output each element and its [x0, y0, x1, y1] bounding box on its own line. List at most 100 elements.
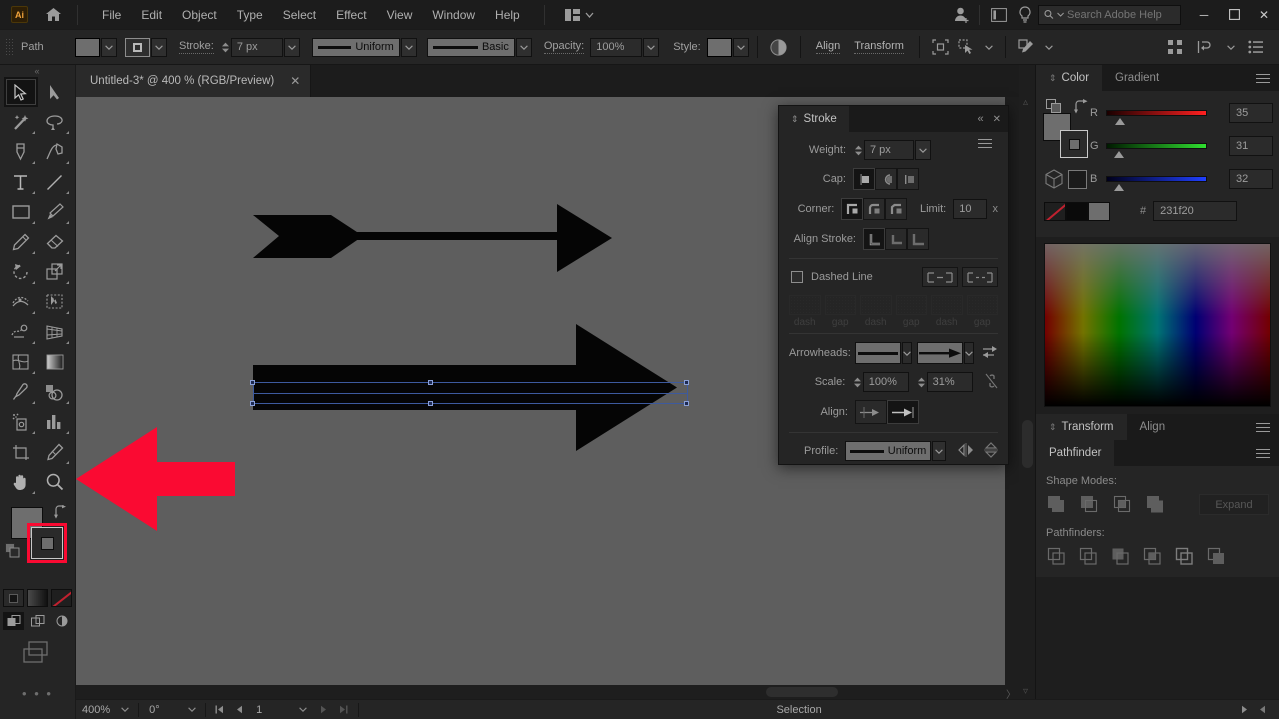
align-center-icon[interactable]	[863, 228, 885, 250]
channel-g-slider[interactable]	[1106, 142, 1207, 158]
weight-dropdown[interactable]	[915, 140, 931, 160]
menu-item-view[interactable]: View	[377, 3, 423, 27]
brush-combo[interactable]: Basic	[426, 37, 515, 57]
blend-tool[interactable]	[38, 377, 72, 407]
close-button[interactable]: ✕	[1249, 0, 1279, 29]
align-grid-icon[interactable]	[1162, 36, 1188, 58]
stroke-panel-header[interactable]: ⇕ Stroke « ✕	[779, 106, 1008, 148]
none-fill-icon[interactable]	[51, 589, 72, 607]
dash-field-2[interactable]	[860, 295, 892, 315]
pencil-tool[interactable]	[4, 227, 38, 257]
lasso-tool[interactable]	[38, 107, 72, 137]
column-graph-tool[interactable]	[38, 407, 72, 437]
gap-field-1[interactable]	[824, 295, 856, 315]
graphic-style-dropdown[interactable]	[732, 37, 749, 57]
graphic-style-swatch[interactable]	[706, 37, 732, 57]
stroke-panel-menu-icon[interactable]	[978, 136, 1001, 151]
color-fill-icon[interactable]	[3, 589, 24, 607]
draw-normal-icon[interactable]	[3, 612, 24, 630]
isolate-selection-icon[interactable]	[928, 36, 954, 58]
arrowhead-start-combo[interactable]	[855, 342, 901, 364]
prev-artboard-icon[interactable]	[230, 705, 248, 714]
arrowhead-end-combo[interactable]	[917, 342, 963, 364]
shape-builder-tool[interactable]	[4, 317, 38, 347]
scale-end-field[interactable]: 31%	[926, 372, 974, 392]
align-button[interactable]: Align	[815, 40, 841, 54]
outline-icon[interactable]	[1174, 546, 1195, 567]
stroke-weight-stepper[interactable]	[220, 37, 231, 57]
canvas-horizontal-scrollbar[interactable]: 〉	[76, 685, 1019, 701]
exclude-icon[interactable]	[1145, 494, 1166, 515]
dash-field-1[interactable]	[789, 295, 821, 315]
trim-icon[interactable]	[1078, 546, 1099, 567]
transform-panel-menu-icon[interactable]	[1256, 414, 1279, 440]
channel-b-value[interactable]: 32	[1229, 168, 1273, 189]
status-tool-label[interactable]: Selection	[776, 704, 821, 716]
round-join-icon[interactable]	[863, 198, 886, 220]
channel-g-thumb[interactable]	[1114, 150, 1124, 158]
tab-gradient[interactable]: Gradient	[1102, 65, 1173, 91]
collapse-arrows-icon[interactable]: ⇕	[791, 114, 799, 125]
document-setup-icon[interactable]	[1243, 36, 1269, 58]
zoom-dropdown-icon[interactable]	[116, 707, 134, 712]
select-similar-dropdown[interactable]	[981, 38, 997, 57]
stroke-profile-combo[interactable]: Uniform	[311, 37, 400, 57]
minimize-button[interactable]: ─	[1189, 0, 1219, 29]
minus-front-icon[interactable]	[1079, 494, 1100, 515]
divide-icon[interactable]	[1046, 546, 1067, 567]
channel-b-thumb[interactable]	[1114, 183, 1124, 191]
menu-item-object[interactable]: Object	[172, 3, 227, 27]
brush-dropdown[interactable]	[515, 37, 532, 57]
free-transform-tool[interactable]	[38, 287, 72, 317]
menu-item-edit[interactable]: Edit	[131, 3, 172, 27]
search-field[interactable]	[1067, 8, 1175, 21]
recolor-icon[interactable]	[1014, 36, 1040, 58]
account-add-icon[interactable]	[949, 4, 975, 26]
artboard-dropdown-icon[interactable]	[294, 707, 312, 712]
swap-colors-icon[interactable]	[1072, 99, 1088, 117]
color-none-swatch[interactable]	[1068, 170, 1087, 189]
toolbar-grip[interactable]: «	[0, 65, 75, 77]
draw-behind-icon[interactable]	[27, 612, 48, 630]
eraser-tool[interactable]	[38, 227, 72, 257]
align-inside-icon[interactable]	[885, 228, 907, 250]
recolor-dropdown[interactable]	[1041, 38, 1057, 57]
opacity-circle-icon[interactable]	[766, 36, 792, 58]
menu-item-file[interactable]: File	[92, 3, 131, 27]
swap-arrowheads-icon[interactable]	[982, 345, 998, 362]
lightbulb-icon[interactable]	[1012, 4, 1038, 26]
artboard-tool[interactable]	[4, 437, 38, 467]
screen-mode-icon[interactable]	[0, 640, 75, 664]
tab-align[interactable]: Align	[1126, 414, 1179, 440]
align-outside-icon[interactable]	[907, 228, 929, 250]
bevel-join-icon[interactable]	[885, 198, 908, 220]
scale-start-stepper[interactable]	[852, 372, 863, 392]
scale-tool[interactable]	[38, 257, 72, 287]
scale-end-stepper[interactable]	[916, 372, 927, 392]
rotate-tool[interactable]	[4, 257, 38, 287]
unite-icon[interactable]	[1046, 494, 1067, 515]
gray-swatch[interactable]	[1088, 201, 1110, 221]
home-icon[interactable]	[43, 5, 63, 25]
arrowhead-start-dropdown[interactable]	[902, 342, 912, 364]
direct-selection-tool[interactable]	[38, 77, 72, 107]
status-menu-icon[interactable]	[1235, 705, 1253, 714]
miter-join-icon[interactable]	[841, 198, 864, 220]
swap-fill-stroke-icon[interactable]	[53, 505, 67, 522]
merge-icon[interactable]	[1110, 546, 1131, 567]
tab-pathfinder[interactable]: Pathfinder	[1036, 440, 1115, 466]
menu-item-window[interactable]: Window	[422, 3, 485, 27]
transform-button[interactable]: Transform	[854, 40, 904, 54]
link-broken-icon[interactable]	[985, 373, 998, 392]
width-tool[interactable]	[4, 287, 38, 317]
scroll-down-icon[interactable]: ▿	[1023, 686, 1028, 697]
rotation-value[interactable]: 0°	[143, 704, 183, 716]
menu-item-select[interactable]: Select	[273, 3, 326, 27]
dash-field-3[interactable]	[931, 295, 963, 315]
flip-across-icon[interactable]	[958, 442, 974, 460]
stroke-label[interactable]: Stroke:	[179, 40, 214, 54]
workspace-switcher-icon[interactable]	[986, 4, 1012, 26]
profile-combo-panel[interactable]: Uniform	[845, 441, 932, 461]
opacity-field[interactable]: 100%	[590, 37, 643, 57]
gap-field-3[interactable]	[966, 295, 998, 315]
